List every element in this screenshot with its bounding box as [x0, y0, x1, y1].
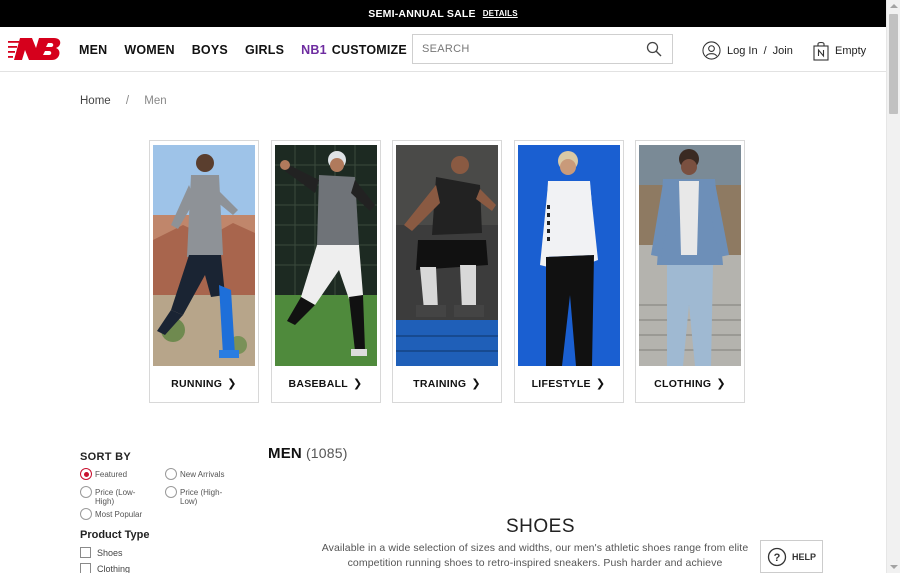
breadcrumb-separator: / — [125, 95, 130, 107]
section-title: SHOES — [506, 516, 576, 537]
breadcrumb-current: Men — [144, 95, 167, 107]
sort-option-featured[interactable]: Featured — [80, 468, 165, 484]
running-photo — [153, 145, 255, 366]
account-separator: / — [763, 44, 767, 57]
chevron-right-icon: ❯ — [227, 378, 237, 390]
search-icon[interactable] — [646, 41, 662, 57]
category-card-baseball[interactable]: BASEBALL ❯ — [270, 140, 381, 403]
radio-selected-icon[interactable] — [80, 468, 92, 480]
category-card-running[interactable]: RUNNING ❯ — [149, 140, 259, 403]
login-link[interactable]: Log In — [727, 45, 758, 57]
category-label[interactable]: LIFESTYLE ❯ — [515, 377, 623, 390]
account-links: Log In / Join — [702, 41, 793, 60]
nav-nb1[interactable]: NB1 — [301, 43, 327, 57]
checkbox-icon[interactable] — [80, 563, 91, 573]
join-link[interactable]: Join — [773, 45, 793, 57]
radio-icon[interactable] — [165, 486, 177, 498]
nav-boys[interactable]: BOYS — [192, 43, 228, 57]
clothing-photo — [639, 145, 741, 366]
breadcrumb-home[interactable]: Home — [80, 95, 111, 107]
lifestyle-photo — [517, 145, 620, 366]
baseball-photo — [274, 145, 377, 366]
nav-customize[interactable]: CUSTOMIZE — [332, 43, 407, 57]
site-header: MEN WOMEN BOYS GIRLS NB1 CUSTOMIZE Log I… — [0, 27, 886, 72]
category-label[interactable]: CLOTHING ❯ — [636, 377, 744, 390]
chevron-right-icon: ❯ — [471, 378, 481, 390]
checkbox-icon[interactable] — [80, 547, 91, 558]
scroll-down-icon[interactable] — [890, 565, 898, 569]
radio-icon[interactable] — [80, 508, 92, 520]
nav-women[interactable]: WOMEN — [124, 43, 174, 57]
category-card-lifestyle[interactable]: LIFESTYLE ❯ — [513, 140, 624, 403]
main-nav: MEN WOMEN BOYS GIRLS NB1 CUSTOMIZE — [79, 43, 424, 57]
results-count: (1085) — [305, 445, 348, 461]
radio-icon[interactable] — [80, 486, 92, 498]
search-input[interactable] — [413, 35, 641, 63]
category-card-clothing[interactable]: CLOTHING ❯ — [635, 140, 745, 403]
product-type-title: Product Type — [80, 529, 150, 541]
sort-option-price-high-low[interactable]: Price (High-Low) — [165, 486, 250, 506]
shopping-bag-icon[interactable] — [813, 41, 829, 61]
category-card-training[interactable]: TRAINING ❯ — [392, 140, 502, 403]
nav-men[interactable]: MEN — [79, 43, 107, 57]
breadcrumb: Home / Men — [80, 95, 167, 107]
nav-girls[interactable]: GIRLS — [245, 43, 284, 57]
scrollbar-thumb[interactable] — [889, 14, 898, 114]
user-icon[interactable] — [702, 41, 721, 60]
section-description: Available in a wide selection of sizes a… — [321, 542, 749, 569]
new-balance-logo[interactable] — [8, 36, 62, 62]
radio-icon[interactable] — [165, 468, 177, 480]
category-label[interactable]: BASEBALL ❯ — [272, 377, 380, 390]
cart-label[interactable]: Empty — [835, 45, 866, 57]
category-label[interactable]: TRAINING ❯ — [393, 377, 501, 390]
chevron-right-icon: ❯ — [353, 378, 363, 390]
training-photo — [396, 145, 498, 366]
chevron-right-icon: ❯ — [716, 378, 726, 390]
search-box — [412, 34, 673, 64]
chevron-right-icon: ❯ — [595, 378, 606, 390]
sort-by-panel: SORT BY Featured New Arrivals Price (Low… — [80, 451, 250, 524]
page-scrollbar[interactable] — [886, 0, 900, 573]
scroll-up-icon[interactable] — [890, 4, 898, 8]
sort-by-title: SORT BY — [80, 451, 131, 463]
sort-option-most-popular[interactable]: Most Popular — [80, 508, 165, 524]
product-type-filter: Product Type Shoes Clothing — [80, 529, 149, 573]
help-icon: ? — [767, 547, 787, 566]
sort-option-new-arrivals[interactable]: New Arrivals — [165, 468, 250, 484]
results-title: MEN (1085) — [268, 445, 348, 462]
sort-option-price-low-high[interactable]: Price (Low-High) — [80, 486, 165, 506]
category-label[interactable]: RUNNING ❯ — [150, 377, 258, 390]
svg-text:?: ? — [774, 552, 781, 564]
help-button[interactable]: ? HELP — [760, 540, 823, 573]
promo-details-link[interactable]: DETAILS — [483, 9, 518, 18]
promo-bar: SEMI-ANNUAL SALE DETAILS — [0, 0, 886, 27]
promo-text: SEMI-ANNUAL SALE — [368, 7, 476, 20]
filter-clothing[interactable]: Clothing — [80, 563, 149, 573]
cart[interactable]: Empty — [813, 41, 866, 61]
category-cards: RUNNING ❯ BASEBALL ❯ TRAINING ❯ LIFESTYL… — [149, 140, 757, 403]
filter-shoes[interactable]: Shoes — [80, 547, 149, 558]
